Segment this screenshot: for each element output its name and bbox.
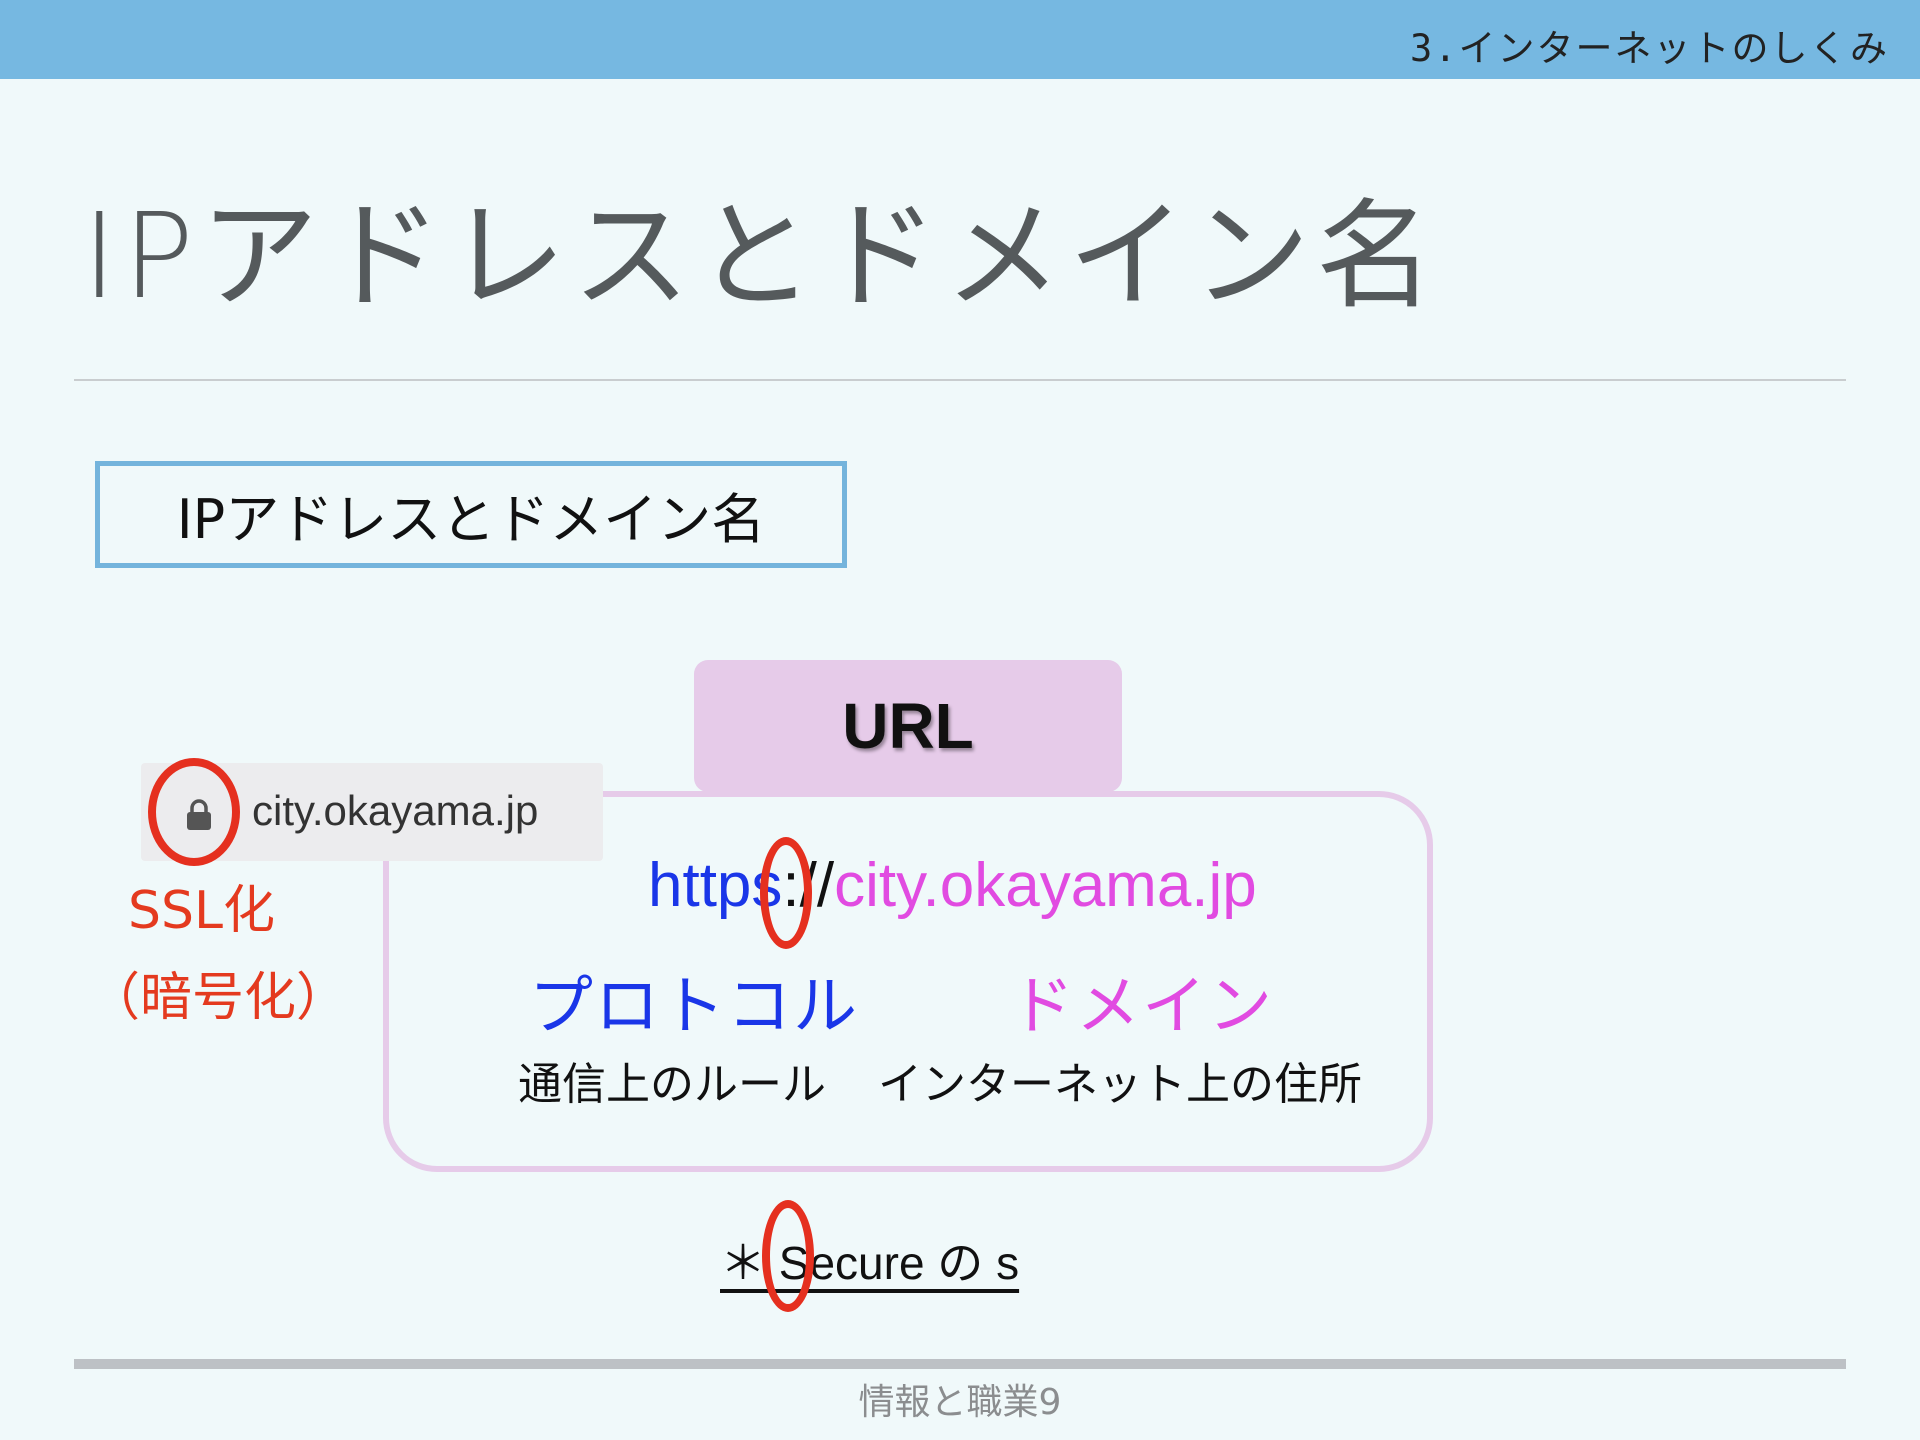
protocol-description: 通信上のルール [518, 1059, 826, 1110]
address-bar-text: city.okayama.jp [252, 787, 539, 834]
url-tab: URL [694, 660, 1122, 792]
url-example: https://city.okayama.jp [648, 850, 1257, 921]
lock-highlight-ring [148, 758, 240, 866]
s-highlight-ring [760, 837, 812, 949]
section-heading-box: IPアドレスとドメイン名 [95, 461, 847, 568]
ssl-sub-label: （暗号化） [88, 968, 349, 1028]
ssl-label: SSL化 [128, 881, 275, 941]
page-title: IPアドレスとドメイン名 [82, 187, 1440, 325]
secure-s-highlight-ring [762, 1200, 814, 1312]
domain-description: インターネット上の住所 [878, 1059, 1362, 1110]
title-divider [74, 379, 1846, 381]
section-label: 3.インターネットのしくみ [1409, 27, 1889, 70]
footer-text: 情報と職業9 [858, 1382, 1062, 1423]
url-domain: city.okayama.jp [834, 851, 1257, 920]
protocol-label: プロトコル [529, 970, 859, 1044]
domain-label: ドメイン [1010, 970, 1274, 1044]
footer-divider [74, 1359, 1846, 1369]
